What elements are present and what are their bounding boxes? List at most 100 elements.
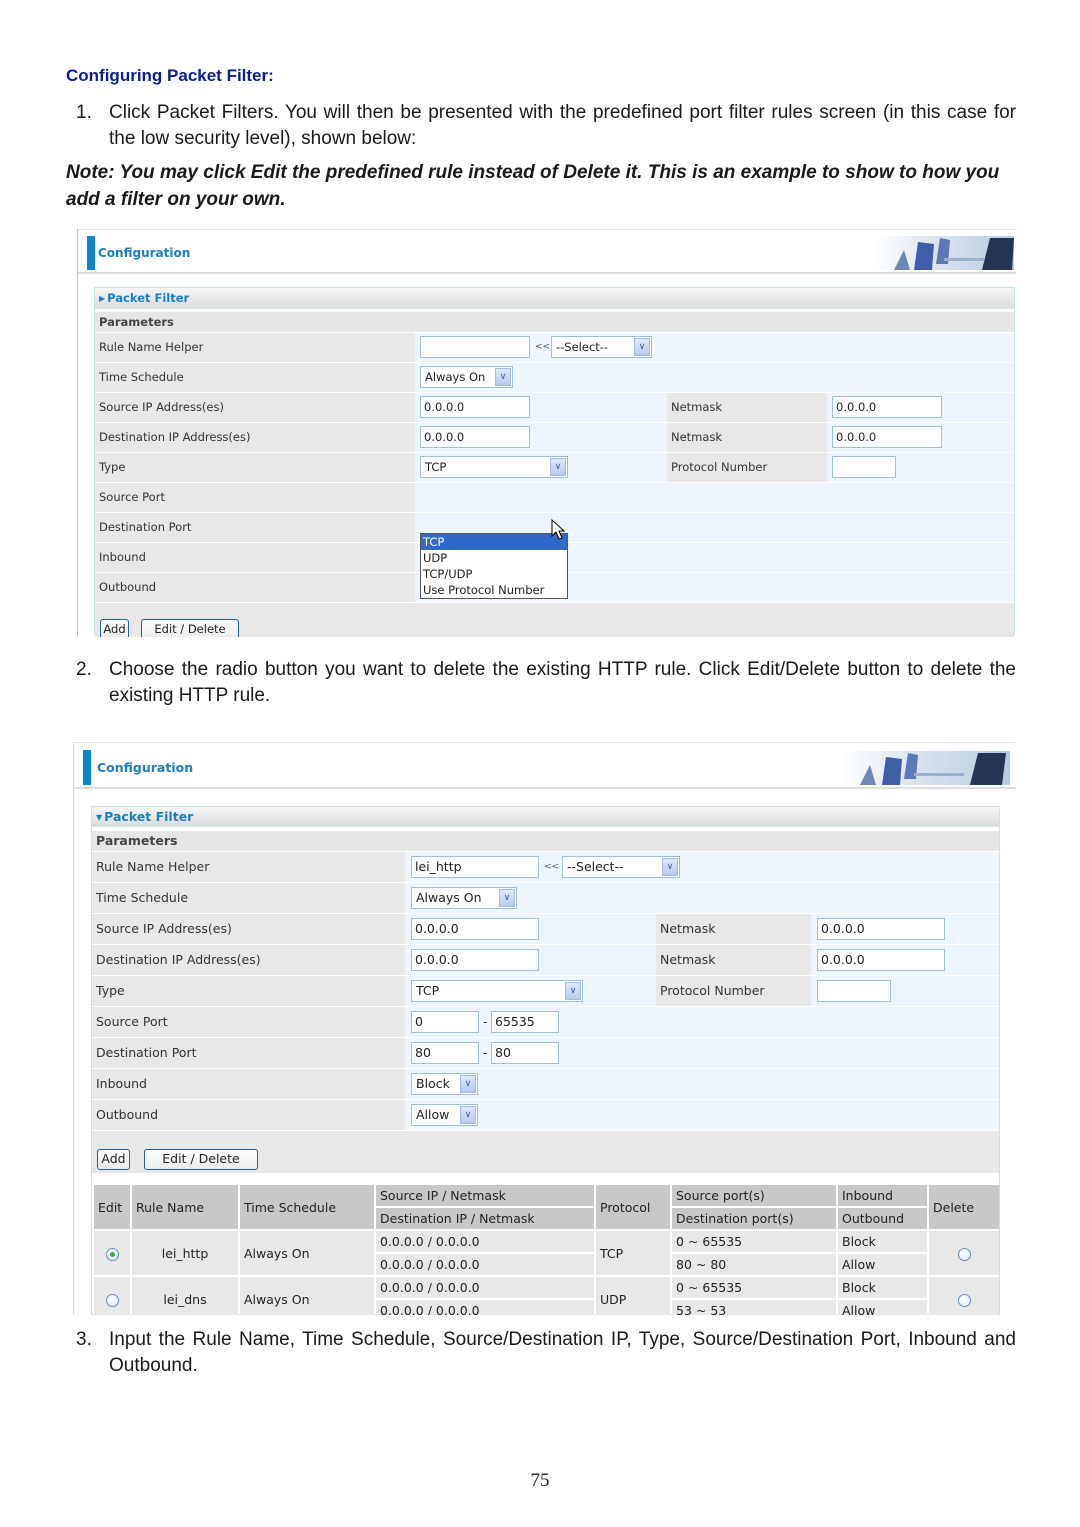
rule-name-label: Rule Name Helper: [92, 852, 405, 882]
parameters-header: Parameters: [92, 831, 999, 851]
dest-ip-input[interactable]: 0.0.0.0: [420, 426, 530, 448]
edit-delete-button[interactable]: Edit / Delete: [141, 619, 239, 637]
screenshot-packet-filter-rules: Configuration ▼ Packet Filter Parameters …: [73, 742, 1016, 1315]
type-select[interactable]: TCP ∨: [411, 980, 583, 1002]
dest-ip-cell: 0.0.0.0 / 0.0.0.0: [376, 1254, 594, 1275]
configuration-title: Configuration: [98, 246, 191, 260]
chevron-down-icon: ∨: [662, 858, 678, 876]
col-source-ip: Source IP / Netmask: [376, 1185, 594, 1206]
rule-name-row: Rule Name Helper lei_http << --Select-- …: [92, 852, 999, 882]
configuration-header: Configuration: [78, 229, 1016, 274]
rules-table-header-row: Edit Rule Name Time Schedule Source IP /…: [94, 1185, 999, 1229]
dest-port-start-input[interactable]: 80: [411, 1042, 479, 1064]
edit-radio-lei-dns[interactable]: [105, 1293, 119, 1307]
source-port-label: Source Port: [95, 483, 415, 512]
helper-arrow: <<: [535, 342, 551, 352]
edit-radio-lei-http[interactable]: [105, 1247, 119, 1261]
inbound-cell: Block: [838, 1277, 927, 1298]
type-option-tcp[interactable]: TCP: [421, 534, 567, 550]
source-netmask-input[interactable]: 0.0.0.0: [817, 918, 945, 940]
packet-filter-header[interactable]: ▶ Packet Filter: [95, 288, 1014, 309]
inbound-value: Block: [416, 1076, 450, 1091]
edit-delete-button[interactable]: Edit / Delete: [144, 1149, 258, 1170]
configuration-title: Configuration: [97, 760, 194, 775]
delete-radio-cell: [929, 1231, 999, 1275]
source-ip-label: Source IP Address(es): [95, 393, 415, 422]
step-number: 1.: [76, 102, 92, 123]
protocol-number-input[interactable]: [817, 980, 891, 1002]
col-outbound: Outbound: [838, 1208, 927, 1229]
type-option-tcp-udp[interactable]: TCP/UDP: [421, 566, 567, 582]
dest-port-end-input[interactable]: 80: [491, 1042, 559, 1064]
dest-ip-label: Destination IP Address(es): [92, 945, 405, 975]
type-option-udp[interactable]: UDP: [421, 550, 567, 566]
type-option-protocol-number[interactable]: Use Protocol Number: [421, 582, 567, 598]
outbound-value: Allow: [416, 1107, 450, 1122]
dest-port-label: Destination Port: [95, 513, 415, 542]
outbound-cell: Allow: [838, 1254, 927, 1275]
inbound-label: Inbound: [95, 543, 415, 572]
source-ip-label: Source IP Address(es): [92, 914, 405, 944]
chevron-down-icon: ∨: [460, 1106, 476, 1124]
inbound-cell: Block: [838, 1231, 927, 1252]
outbound-label: Outbound: [92, 1100, 405, 1130]
time-schedule-value: Always On: [416, 890, 482, 905]
helper-arrow: <<: [544, 862, 560, 872]
type-row: Type TCP ∨ Protocol Number: [92, 976, 999, 1006]
step-text: Choose the radio button you want to dele…: [109, 659, 1016, 706]
step-3: 3. Input the Rule Name, Time Schedule, S…: [76, 1327, 1016, 1379]
protocol-number-input[interactable]: [832, 456, 896, 478]
col-inbound: Inbound: [838, 1185, 927, 1206]
add-button[interactable]: Add: [100, 619, 129, 637]
type-label: Type: [95, 453, 415, 482]
delete-radio-lei-http[interactable]: [957, 1247, 971, 1261]
rule-name-helper-select[interactable]: --Select-- ∨: [551, 336, 652, 358]
dest-ports-cell: 53 ~ 53: [672, 1300, 836, 1315]
packet-filter-panel: ▶ Packet Filter Parameters Rule Name Help…: [94, 287, 1015, 637]
step-2: 2. Choose the radio button you want to d…: [76, 657, 1016, 709]
note-text: Note: You may click Edit the predefined …: [66, 162, 1000, 210]
protocol-number-label: Protocol Number: [656, 976, 811, 1006]
col-edit: Edit: [94, 1185, 130, 1229]
table-row: lei_dns Always On 0.0.0.0 / 0.0.0.0 UDP …: [94, 1277, 999, 1315]
type-label: Type: [92, 976, 405, 1006]
packet-filter-title: Packet Filter: [104, 809, 194, 824]
dest-netmask-input[interactable]: 0.0.0.0: [832, 426, 942, 448]
type-row: Type TCP ∨ Protocol Number: [95, 453, 1014, 482]
packet-filter-header[interactable]: ▼ Packet Filter: [92, 807, 999, 827]
time-schedule-select[interactable]: Always On ∨: [411, 887, 517, 909]
source-ip-cell: 0.0.0.0 / 0.0.0.0: [376, 1277, 594, 1298]
dest-port-label: Destination Port: [92, 1038, 405, 1068]
time-schedule-cell: Always On: [240, 1231, 374, 1275]
col-source-ports: Source port(s): [672, 1185, 836, 1206]
type-select[interactable]: TCP ∨: [420, 456, 568, 478]
time-schedule-row: Time Schedule Always On ∨: [92, 883, 999, 913]
col-time-schedule: Time Schedule: [240, 1185, 374, 1229]
time-schedule-select[interactable]: Always On ∨: [420, 366, 513, 388]
rule-name-input[interactable]: [420, 336, 530, 358]
delete-radio-lei-dns[interactable]: [957, 1293, 971, 1307]
chevron-down-icon: ∨: [499, 889, 515, 907]
parameters-header: Parameters: [95, 312, 1014, 332]
dest-netmask-input[interactable]: 0.0.0.0: [817, 949, 945, 971]
dest-ip-input[interactable]: 0.0.0.0: [411, 949, 539, 971]
inbound-select[interactable]: Block ∨: [411, 1073, 478, 1095]
packet-filter-title: Packet Filter: [107, 291, 190, 305]
table-row: lei_http Always On 0.0.0.0 / 0.0.0.0 TCP…: [94, 1231, 999, 1275]
source-port-start-input[interactable]: 0: [411, 1011, 479, 1033]
source-ip-input[interactable]: 0.0.0.0: [411, 918, 539, 940]
dest-ip-row: Destination IP Address(es) 0.0.0.0 Netma…: [95, 423, 1014, 452]
source-ip-input[interactable]: 0.0.0.0: [420, 396, 530, 418]
source-netmask-input[interactable]: 0.0.0.0: [832, 396, 942, 418]
source-port-label: Source Port: [92, 1007, 405, 1037]
inbound-label: Inbound: [92, 1069, 405, 1099]
rule-name-input[interactable]: lei_http: [411, 856, 539, 878]
rule-name-helper-select[interactable]: --Select-- ∨: [562, 856, 680, 878]
delete-radio-cell: [929, 1277, 999, 1315]
chevron-down-icon: ∨: [550, 458, 566, 476]
source-port-end-input[interactable]: 65535: [491, 1011, 559, 1033]
add-button[interactable]: Add: [97, 1149, 130, 1170]
chevron-down-icon: ∨: [565, 982, 581, 1000]
outbound-select[interactable]: Allow ∨: [411, 1104, 478, 1126]
time-schedule-label: Time Schedule: [92, 883, 405, 913]
